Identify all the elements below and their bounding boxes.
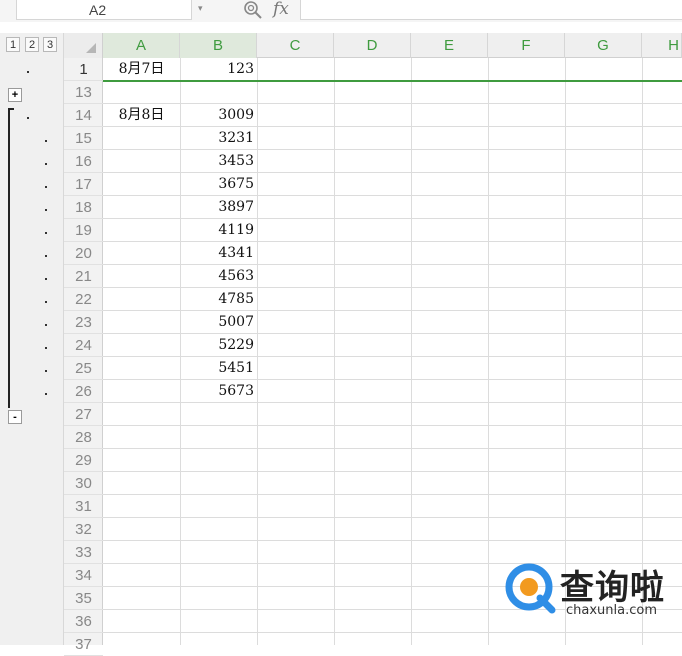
row-header[interactable]: 28 bbox=[64, 426, 103, 449]
cell-b[interactable]: 4785 bbox=[180, 288, 257, 311]
formula-input[interactable] bbox=[300, 0, 682, 20]
outline-dot bbox=[45, 347, 47, 349]
cell-grid[interactable]: 8月7日 123 8月8日 3009 3231 3453 3675 3897 4119 4341 4… bbox=[103, 58, 682, 645]
grid-line bbox=[103, 425, 682, 426]
expand-group-button[interactable]: + bbox=[8, 88, 22, 102]
select-all-button[interactable] bbox=[64, 33, 103, 58]
cell-b[interactable]: 3231 bbox=[180, 127, 257, 150]
watermark-logo-icon bbox=[505, 563, 556, 614]
watermark-title: 查询啦 bbox=[560, 568, 665, 608]
outline-dot bbox=[45, 232, 47, 234]
outline-dot bbox=[27, 117, 29, 119]
outline-level-3-button[interactable]: 3 bbox=[43, 37, 57, 52]
row-header[interactable]: 24 bbox=[64, 334, 103, 357]
row-header[interactable]: 1 bbox=[64, 58, 103, 81]
grid-line bbox=[334, 58, 335, 645]
row-header[interactable]: 14 bbox=[64, 104, 103, 127]
row-header[interactable]: 30 bbox=[64, 472, 103, 495]
grid-line bbox=[103, 471, 682, 472]
formula-bar: A2 ▾ fx bbox=[0, 0, 682, 22]
outline-dot bbox=[45, 324, 47, 326]
outline-dot bbox=[45, 278, 47, 280]
collapse-group-button[interactable]: - bbox=[8, 410, 22, 424]
outline-group-bracket-top bbox=[8, 108, 14, 110]
column-header-f[interactable]: F bbox=[488, 33, 565, 58]
row-header[interactable]: 17 bbox=[64, 173, 103, 196]
row-header[interactable]: 21 bbox=[64, 265, 103, 288]
cell-a[interactable]: 8月7日 bbox=[103, 58, 180, 81]
column-header-g[interactable]: G bbox=[565, 33, 642, 58]
cell-b[interactable]: 5229 bbox=[180, 334, 257, 357]
outline-dot bbox=[45, 186, 47, 188]
row-header[interactable]: 16 bbox=[64, 150, 103, 173]
outline-level-1-button[interactable]: 1 bbox=[6, 37, 20, 52]
zoom-formula-icon[interactable] bbox=[243, 0, 263, 20]
cell-b[interactable]: 123 bbox=[180, 58, 257, 81]
fx-icon[interactable]: fx bbox=[273, 0, 289, 19]
row-header[interactable]: 26 bbox=[64, 380, 103, 403]
chevron-down-icon[interactable]: ▾ bbox=[198, 3, 203, 14]
row-header[interactable]: 34 bbox=[64, 564, 103, 587]
row-header[interactable]: 31 bbox=[64, 495, 103, 518]
cell-b[interactable]: 4341 bbox=[180, 242, 257, 265]
outline-dot bbox=[45, 163, 47, 165]
grid-line bbox=[488, 58, 489, 645]
row-header[interactable]: 20 bbox=[64, 242, 103, 265]
row-header[interactable]: 36 bbox=[64, 610, 103, 633]
outline-dot bbox=[45, 140, 47, 142]
row-header[interactable]: 19 bbox=[64, 219, 103, 242]
column-header-e[interactable]: E bbox=[411, 33, 488, 58]
grid-line bbox=[642, 58, 643, 645]
row-header[interactable]: 18 bbox=[64, 196, 103, 219]
grid-line bbox=[103, 517, 682, 518]
name-box[interactable]: A2 ▾ bbox=[16, 0, 203, 20]
watermark: 查询啦 chaxunla.com bbox=[504, 560, 682, 622]
collapsed-rows-indicator bbox=[103, 80, 682, 82]
grid-line bbox=[257, 58, 258, 645]
column-header-d[interactable]: D bbox=[334, 33, 411, 58]
grid-line bbox=[565, 58, 566, 645]
cell-b[interactable]: 5673 bbox=[180, 380, 257, 403]
watermark-subtitle: chaxunla.com bbox=[566, 603, 657, 618]
cell-b[interactable]: 3453 bbox=[180, 150, 257, 173]
grid-line bbox=[103, 448, 682, 449]
outline-dot bbox=[45, 209, 47, 211]
column-header-c[interactable]: C bbox=[257, 33, 334, 58]
cell-b[interactable]: 4563 bbox=[180, 265, 257, 288]
row-header[interactable]: 25 bbox=[64, 357, 103, 380]
outline-group-bracket bbox=[8, 108, 10, 408]
column-header-row: A B C D E F G H bbox=[103, 33, 682, 58]
outline-dot bbox=[45, 393, 47, 395]
row-header[interactable]: 13 bbox=[64, 81, 103, 104]
row-header[interactable]: 27 bbox=[64, 403, 103, 426]
grid-line bbox=[411, 58, 412, 645]
row-header[interactable]: 22 bbox=[64, 288, 103, 311]
outline-dot bbox=[45, 255, 47, 257]
grid-line bbox=[103, 632, 682, 633]
row-header[interactable]: 35 bbox=[64, 587, 103, 610]
cell-b[interactable]: 5007 bbox=[180, 311, 257, 334]
cell-b[interactable]: 3675 bbox=[180, 173, 257, 196]
column-header-b[interactable]: B bbox=[180, 33, 257, 58]
row-header[interactable]: 29 bbox=[64, 449, 103, 472]
outline-level-2-button[interactable]: 2 bbox=[25, 37, 39, 52]
cell-a[interactable]: 8月8日 bbox=[103, 104, 180, 127]
grid-line bbox=[103, 494, 682, 495]
name-box-value: A2 bbox=[89, 2, 107, 18]
row-header[interactable]: 32 bbox=[64, 518, 103, 541]
grid-line bbox=[103, 540, 682, 541]
cell-b[interactable]: 5451 bbox=[180, 357, 257, 380]
row-header[interactable]: 23 bbox=[64, 311, 103, 334]
outline-dot bbox=[45, 301, 47, 303]
cell-b[interactable]: 3009 bbox=[180, 104, 257, 127]
row-header[interactable]: 33 bbox=[64, 541, 103, 564]
column-header-h[interactable]: H bbox=[642, 33, 682, 58]
cell-b[interactable]: 4119 bbox=[180, 219, 257, 242]
outline-dot bbox=[27, 71, 29, 73]
cell-b[interactable]: 3897 bbox=[180, 196, 257, 219]
outline-dot bbox=[45, 370, 47, 372]
select-all-icon bbox=[86, 43, 96, 53]
column-header-a[interactable]: A bbox=[103, 33, 180, 58]
row-header[interactable]: 15 bbox=[64, 127, 103, 150]
